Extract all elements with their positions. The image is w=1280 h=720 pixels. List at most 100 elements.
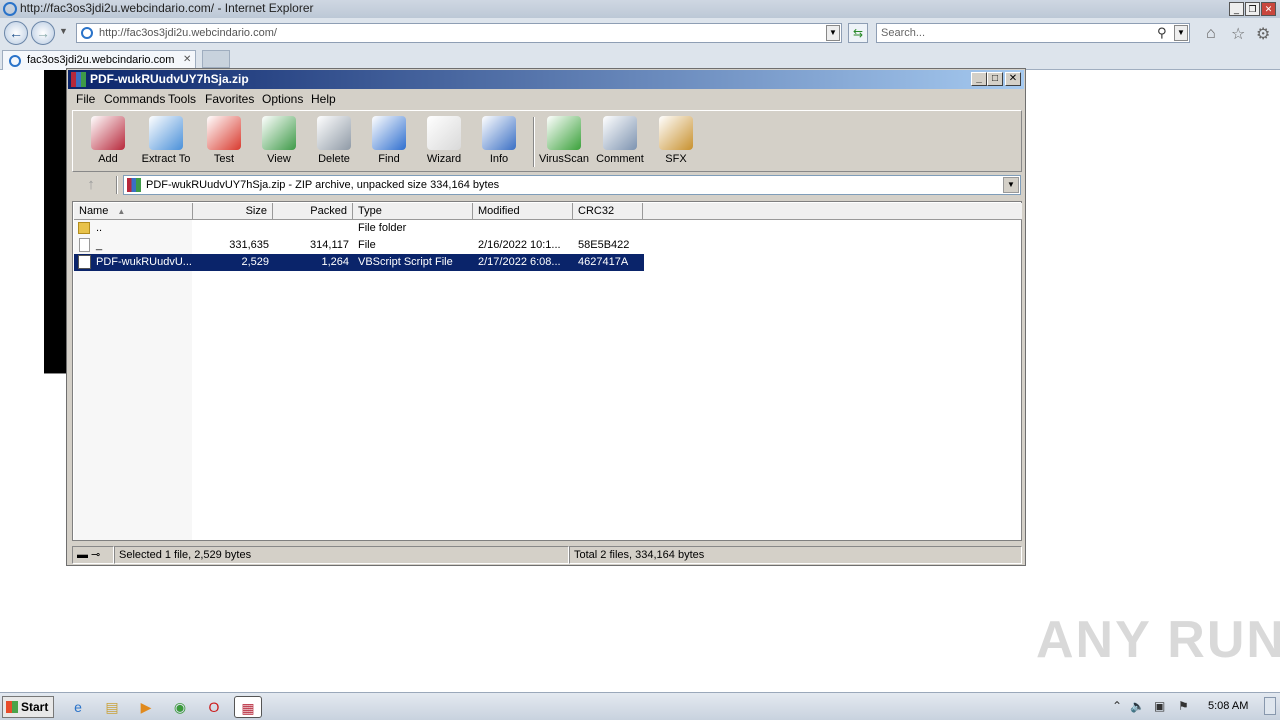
comment-button[interactable]: Comment [590,114,650,170]
file-list[interactable]: Name ▲ Size Packed Type Modified CRC32 .… [72,201,1022,541]
row-name: PDF-wukRUudvU... [96,256,192,268]
box-icon [659,116,693,150]
trash-icon [317,116,351,150]
menu-tools[interactable]: Tools [168,92,196,106]
column-header-packed[interactable]: Packed [273,203,353,220]
winrar-window: PDF-wukRUudvUY7hSja.zip _ □ ✕ File Comma… [66,68,1026,566]
windows-logo-icon [6,701,18,713]
book-icon [262,116,296,150]
tab-close-icon[interactable]: ✕ [183,54,191,65]
row-crc: 4627417A [578,256,629,268]
status-total: Total 2 files, 334,164 bytes [569,546,1022,564]
drive-icon[interactable]: ▬ ⊸ [72,546,114,564]
taskbar: Start e ▤ ▶ ◉ O ▦ ⌃ 🔈 ▣ ⚑ 5:08 AM [0,692,1280,720]
address-url[interactable]: http://fac3os3jdi2u.webcindario.com/ [99,27,277,39]
explorer-taskbar-icon[interactable]: ▤ [98,696,126,718]
ie-taskbar-icon[interactable]: e [64,696,92,718]
forward-button[interactable]: → [31,21,55,45]
view-button[interactable]: View [249,114,309,170]
start-button[interactable]: Start [2,696,54,718]
path-dropdown-icon[interactable]: ▼ [1003,177,1019,193]
up-arrow-icon[interactable]: ↑ [76,176,106,194]
ie-logo-icon [3,2,17,16]
start-label: Start [21,700,49,714]
path-separator [116,176,118,194]
ie-tab-icon [9,55,21,67]
winrar-close-button[interactable]: ✕ [1005,72,1021,86]
search-placeholder: Search... [881,27,926,39]
gear-icon[interactable]: ⚙ [1256,24,1270,44]
menu-help[interactable]: Help [311,92,336,106]
action-center-flag-icon[interactable]: ⚑ [1178,699,1189,713]
path-combobox[interactable]: PDF-wukRUudvUY7hSja.zip - ZIP archive, u… [123,175,1021,195]
clipboard-check-icon [207,116,241,150]
info-button[interactable]: Info [469,114,529,170]
media-player-taskbar-icon[interactable]: ▶ [132,696,160,718]
table-row-selected[interactable]: PDF-wukRUudvU... 2,529 1,264 VBScript Sc… [74,254,644,271]
test-button[interactable]: Test [194,114,254,170]
test-label: Test [213,153,235,165]
wizard-button[interactable]: Wizard [414,114,474,170]
favorites-star-icon[interactable]: ☆ [1231,24,1245,44]
virusscan-button[interactable]: VirusScan [534,114,594,170]
row-packed: 314,117 [310,239,349,251]
volume-icon[interactable]: 🔈 [1130,699,1145,713]
info-icon [482,116,516,150]
back-button[interactable]: ← [4,21,28,45]
search-icon[interactable]: ⚲ [1157,25,1167,41]
row-name: _ [96,239,103,251]
winrar-maximize-button[interactable]: □ [987,72,1003,86]
status-bar: ▬ ⊸ Selected 1 file, 2,529 bytes Total 2… [72,546,1022,564]
chrome-taskbar-icon[interactable]: ◉ [166,696,194,718]
browser-title-bar: http://fac3os3jdi2u.webcindario.com/ - I… [0,0,1280,18]
search-input[interactable]: Search... ⚲ ▼ [876,23,1190,43]
row-modified: 2/16/2022 10:1... [478,239,561,251]
row-type: File [358,239,376,251]
virusscan-label: VirusScan [539,153,589,165]
minimize-button[interactable]: _ [1229,2,1244,16]
tray-expand-icon[interactable]: ⌃ [1112,699,1122,713]
column-header-crc32[interactable]: CRC32 [573,203,643,220]
menu-commands[interactable]: Commands [104,92,165,106]
show-desktop-button[interactable] [1264,697,1276,715]
history-dropdown-icon[interactable]: ▼ [59,26,68,36]
delete-button[interactable]: Delete [304,114,364,170]
find-button[interactable]: Find [359,114,419,170]
new-tab-button[interactable] [202,50,230,68]
winrar-minimize-button[interactable]: _ [971,72,987,86]
column-header-name[interactable]: Name ▲ [74,203,193,220]
home-icon[interactable]: ⌂ [1206,25,1216,43]
extract-to-button[interactable]: Extract To [136,114,196,170]
search-dropdown-icon[interactable]: ▼ [1174,25,1188,41]
column-header-type[interactable]: Type [353,203,473,220]
winrar-taskbar-icon[interactable]: ▦ [234,696,262,718]
add-books-icon [91,116,125,150]
sfx-button[interactable]: SFX [646,114,706,170]
winrar-menubar: File Commands Tools Favorites Options He… [68,89,1024,109]
add-button[interactable]: Add [78,114,138,170]
menu-favorites[interactable]: Favorites [205,92,254,106]
info-label: Info [489,153,509,165]
address-bar[interactable]: http://fac3os3jdi2u.webcindario.com/ ▼ [76,23,842,43]
menu-file[interactable]: File [76,92,95,106]
wizard-label: Wizard [426,153,462,165]
tab-active[interactable]: fac3os3jdi2u.webcindario.com ✕ [2,50,196,70]
column-header-modified[interactable]: Modified [473,203,573,220]
menu-options[interactable]: Options [262,92,303,106]
column-header-size[interactable]: Size [193,203,273,220]
table-row[interactable]: .. File folder [74,220,644,237]
bug-icon [547,116,581,150]
address-dropdown-icon[interactable]: ▼ [826,25,840,41]
script-icon [78,255,91,269]
table-row[interactable]: _ 331,635 314,117 File 2/16/2022 10:1...… [74,237,644,254]
compat-view-button[interactable]: ⇆ [848,23,868,43]
clock[interactable]: 5:08 AM [1208,700,1248,712]
row-size: 2,529 [241,256,269,268]
extract-to-label: Extract To [141,153,191,165]
close-button[interactable]: ✕ [1261,2,1276,16]
background-window [44,70,68,374]
restore-button[interactable]: ❐ [1245,2,1260,16]
file-icon [79,238,90,252]
network-icon[interactable]: ▣ [1154,699,1165,713]
opera-taskbar-icon[interactable]: O [200,696,228,718]
